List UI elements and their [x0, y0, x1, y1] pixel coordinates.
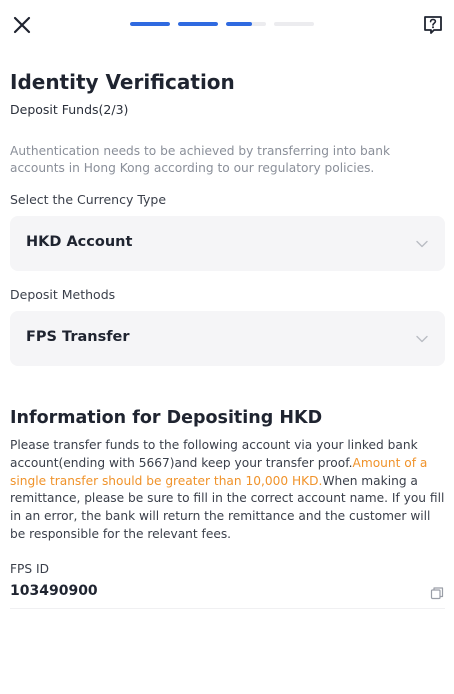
currency-type-select[interactable]: HKD Account — [10, 216, 445, 271]
currency-type-label: Select the Currency Type — [10, 192, 167, 207]
progress-step-1 — [130, 22, 170, 26]
divider — [10, 608, 445, 609]
copy-icon[interactable] — [430, 585, 444, 600]
close-icon[interactable] — [10, 13, 34, 37]
progress-step-3 — [226, 22, 266, 26]
deposit-info-title: Information for Depositing HKD — [10, 408, 323, 428]
progress-step-fill — [178, 22, 218, 26]
progress-step-fill — [130, 22, 170, 26]
step-progress — [130, 22, 314, 26]
question-bubble-icon[interactable] — [422, 14, 444, 36]
progress-step-4 — [274, 22, 314, 26]
deposit-instructions: Please transfer funds to the following a… — [10, 437, 448, 544]
fps-id-value: 103490900 — [10, 583, 98, 599]
chevron-down-icon — [416, 335, 428, 343]
page-title: Identity Verification — [10, 70, 235, 94]
page-subtitle: Deposit Funds(2/3) — [10, 102, 129, 117]
chevron-down-icon — [416, 240, 428, 248]
currency-type-value: HKD Account — [26, 234, 133, 250]
progress-step-fill — [226, 22, 252, 26]
deposit-method-select[interactable]: FPS Transfer — [10, 311, 445, 366]
fps-id-label: FPS ID — [10, 562, 49, 576]
top-bar — [0, 0, 454, 50]
deposit-methods-label: Deposit Methods — [10, 287, 116, 302]
progress-step-2 — [178, 22, 218, 26]
deposit-method-value: FPS Transfer — [26, 329, 130, 345]
regulatory-notice: Authentication needs to be achieved by t… — [10, 144, 391, 175]
